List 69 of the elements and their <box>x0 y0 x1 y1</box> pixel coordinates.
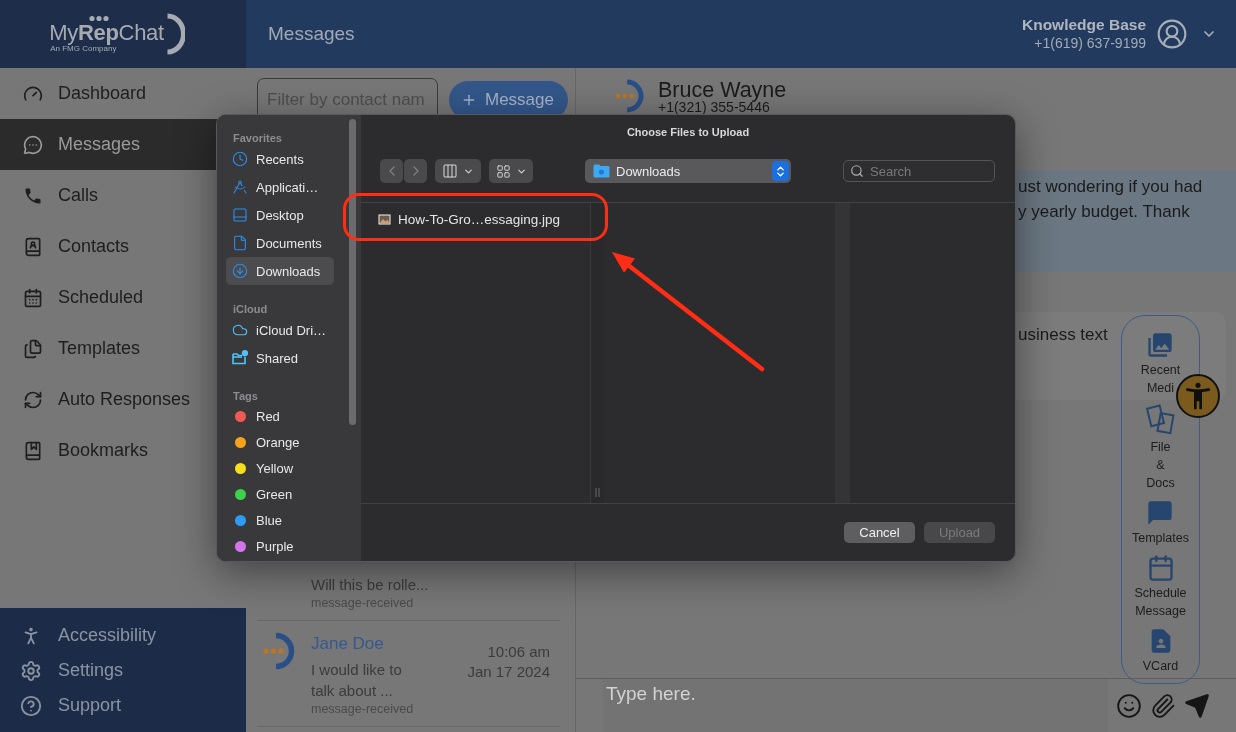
attachment-option[interactable]: Recent Medi <box>1140 331 1181 397</box>
help-icon <box>20 694 42 717</box>
file-item[interactable]: How-To-Gro…essaging.jpg <box>361 207 590 231</box>
photo-stack-icon <box>1146 331 1175 359</box>
calendar-icon <box>1146 554 1175 582</box>
calendar-icon <box>23 287 43 308</box>
contact-name: Bruce Wayne <box>658 79 787 101</box>
dialog-button[interactable]: Cancel <box>844 522 915 543</box>
send-icon[interactable] <box>1184 692 1210 719</box>
grid-view-button[interactable] <box>489 159 533 183</box>
logo-wordmark: MyRepChat <box>49 21 164 44</box>
two-documents-icon <box>1144 404 1177 436</box>
back-button[interactable] <box>380 159 403 183</box>
paperclip-icon[interactable] <box>1150 692 1176 719</box>
location-popup[interactable]: Downloads <box>585 159 791 183</box>
page-title: Messages <box>268 23 355 45</box>
search-icon <box>850 164 864 178</box>
download-icon <box>232 263 248 279</box>
folder-icon <box>593 164 610 178</box>
tag-item[interactable]: Blue <box>226 507 334 533</box>
footer-link[interactable]: Accessibility <box>0 618 246 653</box>
chat-bubble-icon <box>23 134 43 155</box>
section-heading: Tags <box>232 389 258 403</box>
sidebar-place[interactable]: Downloads <box>226 257 334 285</box>
compass-icon <box>232 179 248 195</box>
document-icon <box>232 235 248 251</box>
refresh-icon <box>23 389 43 410</box>
bookmark-book-icon <box>23 440 43 461</box>
shared-folder-icon <box>232 350 248 366</box>
resize-grip-icon[interactable] <box>595 488 600 497</box>
clock-icon <box>232 151 248 167</box>
dialog-title: Choose Files to Upload <box>626 126 750 138</box>
footer-link[interactable]: Settings <box>0 653 246 688</box>
tag-item[interactable]: Purple <box>226 533 334 559</box>
contact-name: Jane Doe <box>311 634 384 654</box>
settings-icon <box>20 659 42 682</box>
message-text: ust wondering if you had y yearly budget. Thank <box>1018 176 1203 223</box>
attachment-option[interactable]: Templates <box>1132 499 1189 547</box>
image-file-icon <box>378 213 391 225</box>
attachment-option[interactable]: Schedule Message <box>1134 554 1187 620</box>
dots-icon <box>89 14 110 22</box>
search-field[interactable]: Search <box>843 160 995 182</box>
user-avatar-icon[interactable] <box>1156 18 1188 50</box>
tag-item[interactable]: Green <box>226 481 334 507</box>
cloud-icon <box>232 322 248 338</box>
column-view-button[interactable] <box>435 159 481 183</box>
attachment-option[interactable]: File & Docs <box>1144 404 1177 492</box>
scrollbar-thumb[interactable] <box>349 119 356 425</box>
stepper-icon <box>772 161 789 181</box>
plus-icon <box>461 92 477 108</box>
footer-link[interactable]: Support <box>0 688 246 723</box>
message-time: 10:06 am <box>487 642 550 662</box>
message-date: Jan 17 2024 <box>467 662 550 682</box>
message-input[interactable]: Type here. <box>603 679 1108 732</box>
grid-icon <box>495 163 511 179</box>
window-icon <box>232 207 248 223</box>
contact-phone: +1(321) 355-5446 <box>658 101 770 114</box>
forward-button[interactable] <box>404 159 427 183</box>
account-phone: +1(619) 637-9199 <box>1034 34 1146 53</box>
smiley-icon[interactable] <box>1116 692 1142 719</box>
attachment-option[interactable]: VCard <box>1142 627 1179 675</box>
documents-icon <box>23 338 43 359</box>
speech-bubble-icon <box>1146 499 1175 527</box>
message-text: usiness text <box>1018 324 1108 346</box>
columns-icon <box>442 163 458 179</box>
section-heading: iCloud <box>232 302 268 316</box>
contact-book-icon <box>23 236 43 257</box>
account-name: Knowledge Base <box>1021 15 1146 34</box>
nav-item[interactable]: Dashboard <box>0 68 246 119</box>
